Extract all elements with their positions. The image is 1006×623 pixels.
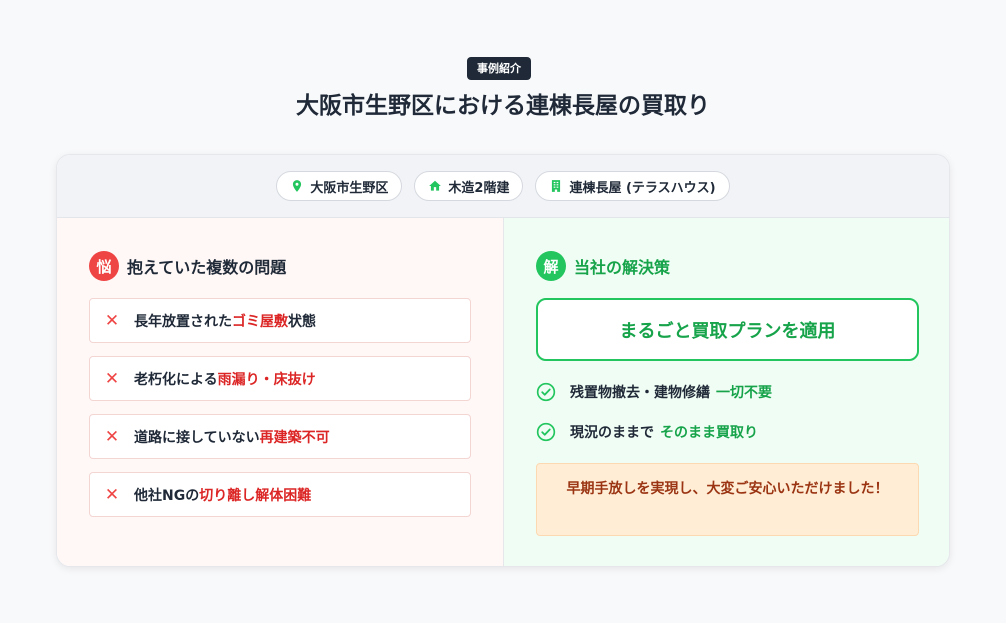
page: 事例紹介 大阪市生野区における連棟長屋の買取り 大阪市生野区 木造2階建 連棟長… [0, 0, 1006, 623]
property-tags: 大阪市生野区 木造2階建 連棟長屋 (テラスハウス) [57, 155, 949, 218]
tag-location: 大阪市生野区 [276, 171, 403, 201]
problem-text: 老朽化による雨漏り・床抜け [134, 371, 316, 388]
tag-label: 連棟長屋 (テラスハウス) [569, 180, 716, 196]
problems-panel: 悩 抱えていた複数の問題 ✕ 長年放置されたゴミ屋敷状態 ✕ 老朽化による雨漏り… [57, 218, 503, 566]
tag-label: 大阪市生野区 [310, 180, 389, 196]
problem-text: 他社NGの切り離し解体困難 [134, 487, 312, 504]
problem-list: ✕ 長年放置されたゴミ屋敷状態 ✕ 老朽化による雨漏り・床抜け ✕ 道路に接して… [89, 298, 471, 530]
problem-text: 長年放置されたゴミ屋敷状態 [134, 313, 316, 330]
problems-heading-text: 抱えていた複数の問題 [127, 258, 287, 277]
problem-text: 道路に接していない再建築不可 [134, 429, 330, 446]
problem-item: ✕ 老朽化による雨漏り・床抜け [89, 356, 471, 401]
tag-structure: 木造2階建 [414, 171, 524, 201]
problem-item: ✕ 長年放置されたゴミ屋敷状態 [89, 298, 471, 343]
tag-building-type: 連棟長屋 (テラスハウス) [535, 171, 730, 201]
result-note: 早期手放しを実現し、大変ご安心いただけました！ [536, 463, 919, 536]
problem-item: ✕ 道路に接していない再建築不可 [89, 414, 471, 459]
check-item: 残置物撤去・建物修繕 一切不要 [536, 380, 772, 404]
tag-label: 木造2階建 [448, 180, 510, 196]
cross-icon: ✕ [104, 484, 120, 505]
check-circle-icon [536, 422, 556, 442]
plan-box: まるごと買取プランを適用 [536, 298, 919, 361]
cross-icon: ✕ [104, 310, 120, 331]
check-circle-icon [536, 382, 556, 402]
building-icon [552, 180, 561, 192]
solution-heading-text: 当社の解決策 [574, 258, 671, 277]
cross-icon: ✕ [104, 426, 120, 447]
cross-icon: ✕ [104, 368, 120, 389]
check-item: 現況のままで そのまま買取り [536, 420, 772, 444]
solution-icon: 解 [536, 251, 566, 281]
home-icon [429, 180, 442, 191]
check-list: 残置物撤去・建物修繕 一切不要 現況のままで そのまま買取り [536, 380, 772, 460]
map-pin-icon [293, 180, 302, 192]
solution-heading: 解 当社の解決策 [536, 251, 670, 281]
problem-item: ✕ 他社NGの切り離し解体困難 [89, 472, 471, 517]
page-title: 大阪市生野区における連棟長屋の買取り [296, 93, 710, 119]
case-study-badge: 事例紹介 [467, 57, 531, 80]
problems-heading: 悩 抱えていた複数の問題 [89, 251, 286, 281]
case-card: 大阪市生野区 木造2階建 連棟長屋 (テラスハウス) 悩 抱えていた複数の問題 … [56, 154, 950, 567]
solution-panel: 解 当社の解決策 まるごと買取プランを適用 残置物撤去・建物修繕 一切不要 現況の… [503, 218, 949, 566]
worry-icon: 悩 [89, 251, 119, 281]
